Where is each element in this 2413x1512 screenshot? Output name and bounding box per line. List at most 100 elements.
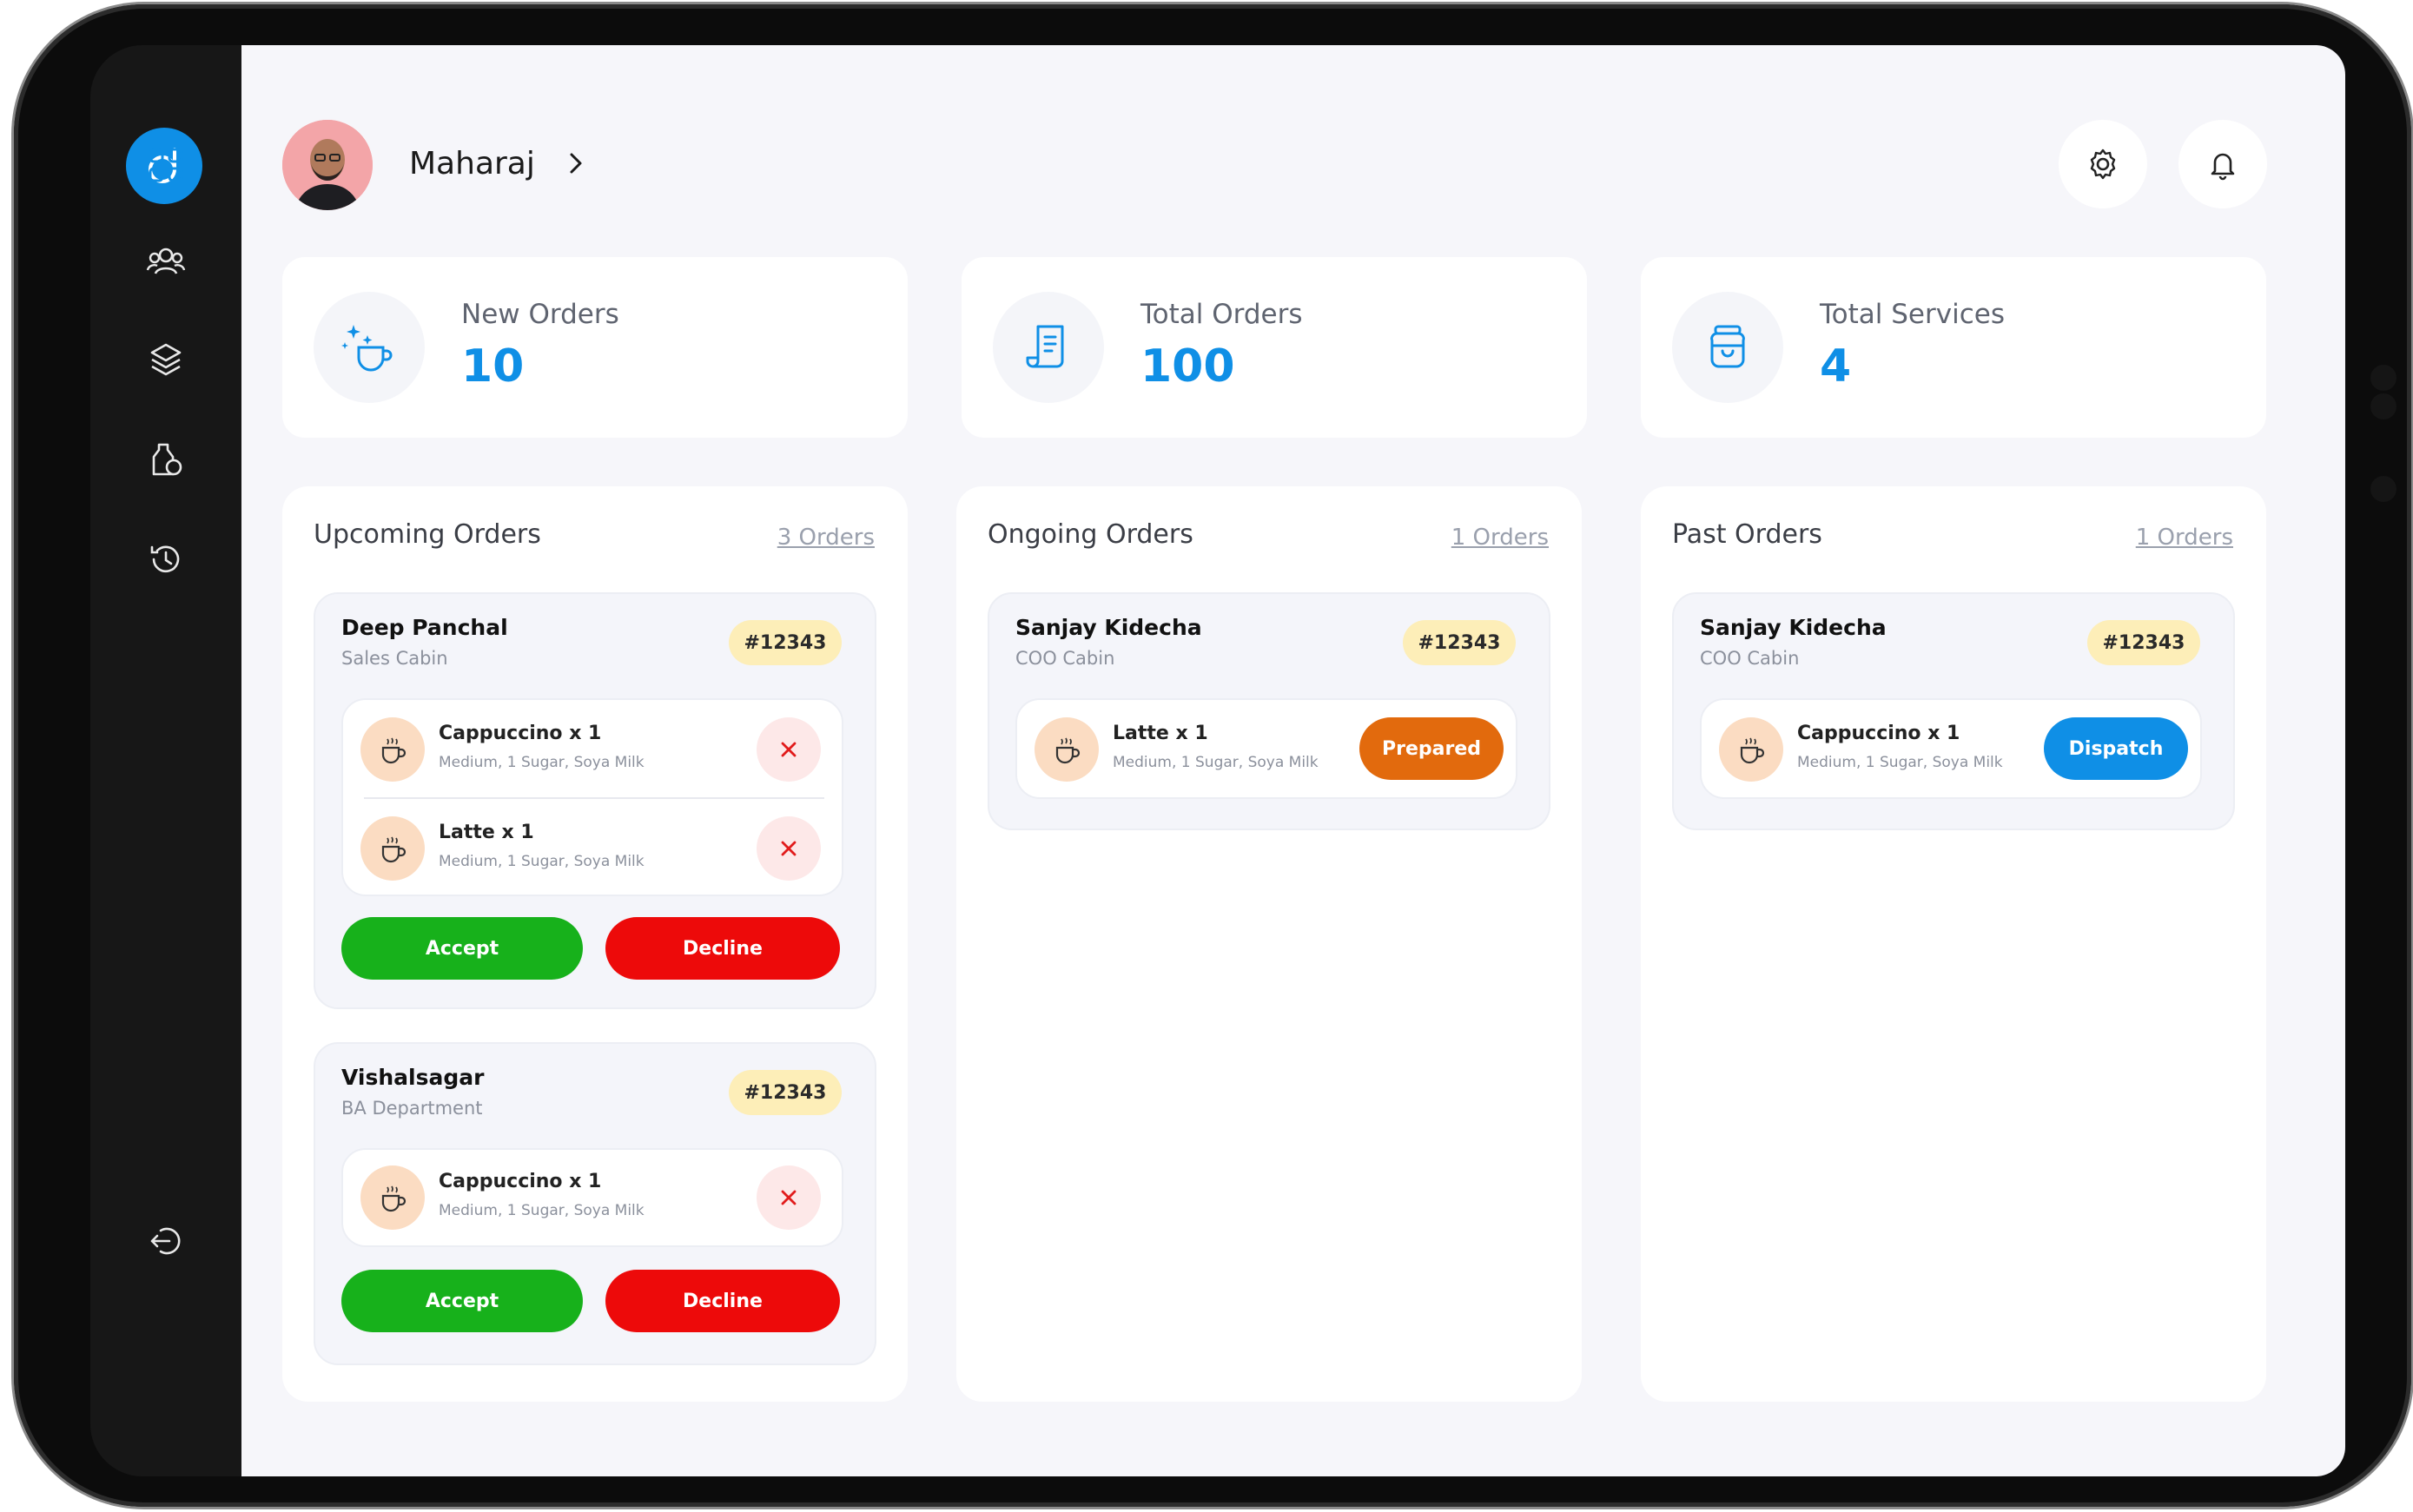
accept-button[interactable]: Accept [341, 917, 583, 980]
users-icon [146, 248, 186, 274]
item-name: Latte x 1 [1113, 723, 1208, 744]
order-id-badge: #12343 [729, 620, 842, 665]
prepared-button[interactable]: Prepared [1359, 717, 1504, 780]
orders-count-link[interactable]: 1 Orders [1451, 525, 1549, 551]
stat-card-new-orders: New Orders 10 [282, 257, 908, 438]
orders-count-link[interactable]: 3 Orders [777, 525, 875, 551]
customer-department: COO Cabin [1700, 648, 1800, 669]
customer-name: Deep Panchal [341, 615, 508, 640]
order-card: Vishalsagar BA Department #12343 Cappucc… [314, 1042, 876, 1365]
stat-value: 100 [1140, 340, 1235, 393]
panel-title: Past Orders [1672, 519, 1822, 550]
customer-department: COO Cabin [1015, 648, 1115, 669]
item-name: Cappuccino x 1 [1797, 723, 1960, 744]
nav-users[interactable] [138, 234, 194, 289]
past-orders-panel: Past Orders 1 Orders Sanjay Kidecha COO … [1641, 486, 2266, 1402]
order-card: Sanjay Kidecha COO Cabin #12343 Latte x … [988, 592, 1550, 830]
decline-button[interactable]: Decline [605, 917, 840, 980]
stat-card-total-services: Total Services 4 [1641, 257, 2266, 438]
item-options: Medium, 1 Sugar, Soya Milk [439, 853, 645, 870]
coffee-cup-icon [360, 717, 425, 782]
item-name: Cappuccino x 1 [439, 1171, 602, 1192]
remove-item-button[interactable] [757, 816, 821, 881]
stat-label: Total Orders [1140, 299, 1303, 330]
decline-button[interactable]: Decline [605, 1270, 840, 1332]
layers-icon [150, 343, 182, 376]
gear-icon [2090, 149, 2116, 180]
receipt-icon [1026, 325, 1064, 368]
coffee-sparkle-icon [341, 325, 393, 372]
dashboard-grid-icon [149, 148, 183, 182]
order-id-badge: #12343 [729, 1070, 842, 1115]
customer-department: Sales Cabin [341, 648, 448, 669]
order-items: Cappuccino x 1 Medium, 1 Sugar, Soya Mil… [1700, 698, 2202, 799]
close-icon [781, 841, 797, 856]
device-sensor [2370, 476, 2396, 502]
panel-title: Upcoming Orders [314, 519, 541, 550]
services-icon [152, 443, 182, 476]
sidebar [90, 45, 241, 1476]
coffee-cup-icon [1719, 717, 1783, 782]
list-item: Latte x 1 Medium, 1 Sugar, Soya Milk [343, 799, 842, 900]
stat-icon-wrap [314, 292, 425, 403]
item-options: Medium, 1 Sugar, Soya Milk [1113, 754, 1319, 771]
order-items: Cappuccino x 1 Medium, 1 Sugar, Soya Mil… [341, 698, 843, 896]
order-card: Sanjay Kidecha COO Cabin #12343 Cappucci… [1672, 592, 2235, 830]
nav-history[interactable] [138, 532, 194, 587]
item-options: Medium, 1 Sugar, Soya Milk [439, 754, 645, 771]
accept-button[interactable]: Accept [341, 1270, 583, 1332]
jar-icon [1710, 325, 1745, 368]
device-sensor [2370, 365, 2396, 391]
customer-department: BA Department [341, 1098, 483, 1119]
notifications-button[interactable] [2178, 120, 2267, 208]
nav-layers[interactable] [138, 332, 194, 387]
profile-name[interactable]: Maharaj [409, 142, 535, 186]
stat-value: 4 [1820, 340, 1852, 393]
list-item: Latte x 1 Medium, 1 Sugar, Soya Milk Pre… [1017, 700, 1516, 801]
nav-services[interactable] [138, 432, 194, 487]
remove-item-button[interactable] [757, 1165, 821, 1230]
list-item: Cappuccino x 1 Medium, 1 Sugar, Soya Mil… [343, 700, 842, 801]
close-icon [781, 742, 797, 757]
upcoming-orders-panel: Upcoming Orders 3 Orders Deep Panchal Sa… [282, 486, 908, 1402]
ongoing-orders-panel: Ongoing Orders 1 Orders Sanjay Kidecha C… [956, 486, 1582, 1402]
logout-icon [150, 1227, 181, 1255]
item-name: Cappuccino x 1 [439, 723, 602, 744]
list-item: Cappuccino x 1 Medium, 1 Sugar, Soya Mil… [1702, 700, 2200, 801]
device-sensor [2370, 393, 2396, 419]
history-icon [150, 545, 180, 573]
stat-card-total-orders: Total Orders 100 [962, 257, 1587, 438]
customer-name: Vishalsagar [341, 1065, 485, 1090]
customer-name: Sanjay Kidecha [1700, 615, 1887, 640]
stat-label: New Orders [461, 299, 619, 330]
orders-count-link[interactable]: 1 Orders [2136, 525, 2233, 551]
order-items: Cappuccino x 1 Medium, 1 Sugar, Soya Mil… [341, 1148, 843, 1247]
list-item: Cappuccino x 1 Medium, 1 Sugar, Soya Mil… [343, 1148, 842, 1249]
coffee-cup-icon [360, 1165, 425, 1230]
item-name: Latte x 1 [439, 822, 534, 843]
stat-value: 10 [461, 340, 525, 393]
order-card: Deep Panchal Sales Cabin #12343 Cappucci… [314, 592, 876, 1009]
chevron-right-icon[interactable] [559, 146, 593, 181]
stat-icon-wrap [1672, 292, 1783, 403]
main-screen: Maharaj New Orders 10 Total Orders 100 T… [241, 45, 2345, 1476]
item-options: Medium, 1 Sugar, Soya Milk [1797, 754, 2003, 771]
customer-name: Sanjay Kidecha [1015, 615, 1202, 640]
settings-button[interactable] [2059, 120, 2147, 208]
panel-title: Ongoing Orders [988, 519, 1193, 550]
stat-icon-wrap [993, 292, 1104, 403]
nav-logout[interactable] [138, 1213, 194, 1269]
avatar[interactable] [282, 120, 373, 210]
avatar-image [282, 120, 373, 210]
dispatch-button[interactable]: Dispatch [2044, 717, 2188, 780]
remove-item-button[interactable] [757, 717, 821, 782]
item-options: Medium, 1 Sugar, Soya Milk [439, 1202, 645, 1219]
order-id-badge: #12343 [1403, 620, 1516, 665]
coffee-cup-icon [360, 816, 425, 881]
order-items: Latte x 1 Medium, 1 Sugar, Soya Milk Pre… [1015, 698, 1517, 799]
stat-label: Total Services [1820, 299, 2005, 330]
close-icon [781, 1190, 797, 1205]
order-id-badge: #12343 [2087, 620, 2200, 665]
bell-icon [2211, 153, 2235, 181]
nav-dashboard[interactable] [138, 137, 194, 193]
